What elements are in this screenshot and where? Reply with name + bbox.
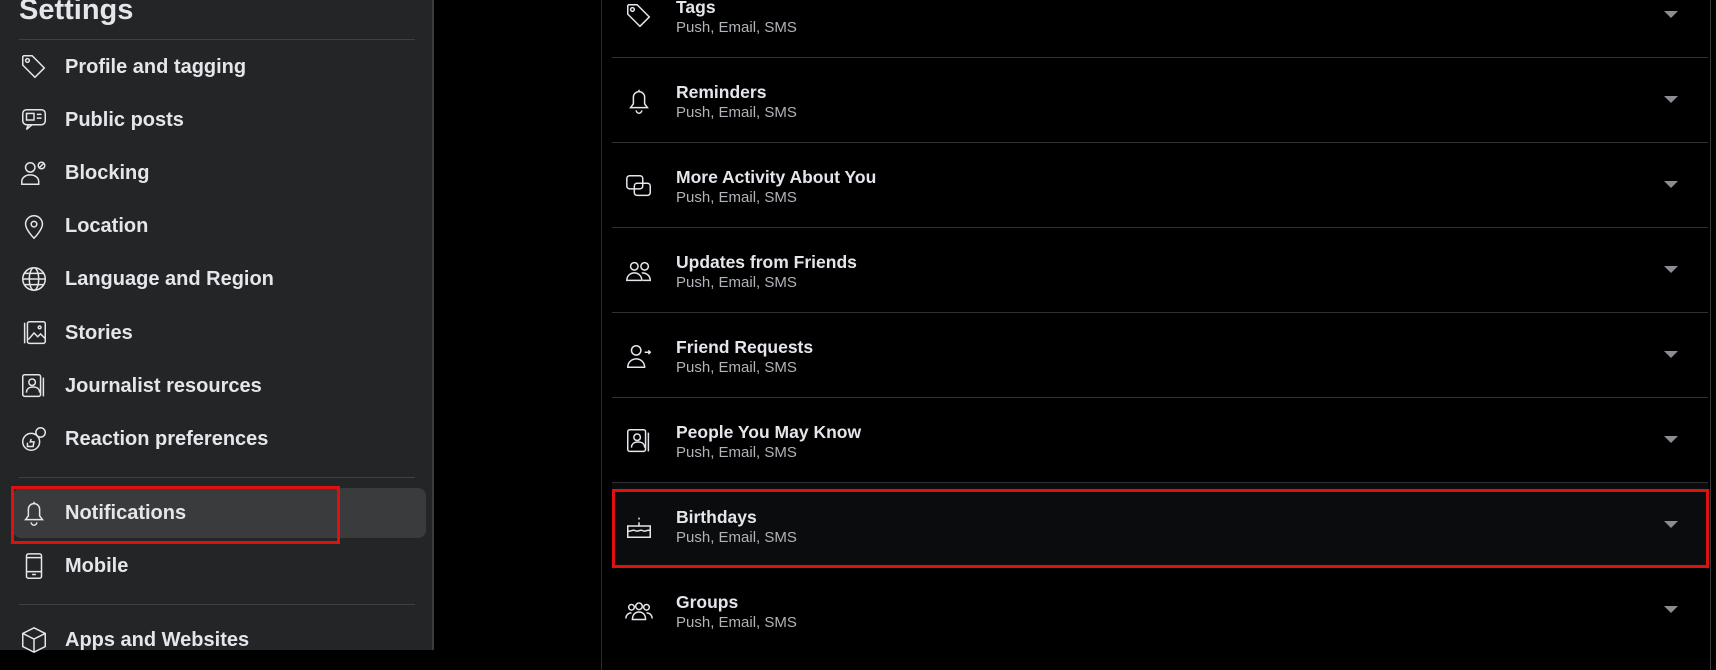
- sidebar-item-label: Stories: [65, 321, 133, 344]
- notification-row-friend-requests[interactable]: Friend Requests Push, Email, SMS: [612, 313, 1708, 398]
- sidebar-item-label: Location: [65, 214, 149, 237]
- groups-icon: [624, 596, 654, 626]
- row-title: Reminders: [676, 82, 767, 102]
- row-title: Friend Requests: [676, 337, 814, 357]
- public-posts-icon: [17, 103, 51, 137]
- notification-row-updates-from-friends[interactable]: Updates from Friends Push, Email, SMS: [612, 228, 1708, 313]
- chevron-down-icon[interactable]: [1664, 351, 1678, 358]
- row-title: Birthdays: [676, 507, 757, 527]
- friend-request-icon: [624, 341, 654, 371]
- sidebar-item-apps-and-websites[interactable]: Apps and Websites: [13, 615, 426, 665]
- notification-row-groups[interactable]: Groups Push, Email, SMS: [612, 568, 1708, 653]
- tag-icon: [624, 1, 654, 31]
- row-subtitle: Push, Email, SMS: [676, 614, 797, 631]
- row-title: Groups: [676, 592, 739, 612]
- sidebar-item-mobile[interactable]: Mobile: [13, 541, 426, 591]
- row-title: Updates from Friends: [676, 252, 857, 272]
- friends-icon: [624, 256, 654, 286]
- cube-icon: [17, 623, 51, 657]
- row-title: People You May Know: [676, 422, 862, 442]
- notification-row-tags[interactable]: Tags Push, Email, SMS: [612, 0, 1708, 58]
- birthday-cake-icon: [624, 511, 654, 541]
- row-subtitle: Push, Email, SMS: [676, 359, 797, 376]
- sidebar-item-label: Blocking: [65, 161, 150, 184]
- row-subtitle: Push, Email, SMS: [676, 19, 797, 36]
- sidebar-item-notifications[interactable]: Notifications: [13, 488, 426, 538]
- chevron-down-icon[interactable]: [1664, 606, 1678, 613]
- row-subtitle: Push, Email, SMS: [676, 529, 797, 546]
- row-title: Tags: [676, 0, 716, 17]
- chevron-down-icon[interactable]: [1664, 181, 1678, 188]
- divider: [19, 39, 415, 40]
- people-icon: [624, 426, 654, 456]
- notification-row-more-activity-about-you[interactable]: More Activity About You Push, Email, SMS: [612, 143, 1708, 228]
- settings-sidebar: Settings Profile and tagging Public post…: [0, 0, 434, 654]
- sidebar-item-language-and-region[interactable]: Language and Region: [13, 254, 426, 304]
- sidebar-item-label: Journalist resources: [65, 374, 262, 397]
- row-subtitle: Push, Email, SMS: [676, 444, 797, 461]
- notification-row-birthdays[interactable]: Birthdays Push, Email, SMS: [612, 483, 1708, 568]
- blocking-icon: [17, 156, 51, 190]
- activity-icon: [624, 171, 654, 201]
- notifications-panel: Tags Push, Email, SMS Reminders Push, Em…: [601, 0, 1711, 670]
- divider: [19, 604, 415, 605]
- reaction-icon: [17, 422, 51, 456]
- globe-icon: [17, 262, 51, 296]
- notification-row-people-you-may-know[interactable]: People You May Know Push, Email, SMS: [612, 398, 1708, 483]
- chevron-down-icon[interactable]: [1664, 266, 1678, 273]
- sidebar-item-label: Reaction preferences: [65, 427, 269, 450]
- sidebar-item-label: Apps and Websites: [65, 628, 250, 651]
- sidebar-item-label: Public posts: [65, 108, 184, 131]
- sidebar-item-reaction-preferences[interactable]: Reaction preferences: [13, 414, 426, 464]
- journalist-icon: [17, 369, 51, 403]
- tag-icon: [17, 50, 51, 84]
- notification-row-reminders[interactable]: Reminders Push, Email, SMS: [612, 58, 1708, 143]
- sidebar-item-stories[interactable]: Stories: [13, 308, 426, 358]
- sidebar-item-profile-and-tagging[interactable]: Profile and tagging: [13, 42, 426, 92]
- location-pin-icon: [17, 209, 51, 243]
- stories-icon: [17, 316, 51, 350]
- sidebar-item-location[interactable]: Location: [13, 201, 426, 251]
- row-subtitle: Push, Email, SMS: [676, 189, 797, 206]
- bell-icon: [624, 86, 654, 116]
- chevron-down-icon[interactable]: [1664, 521, 1678, 528]
- mobile-icon: [17, 549, 51, 583]
- row-subtitle: Push, Email, SMS: [676, 104, 797, 121]
- row-title: More Activity About You: [676, 167, 877, 187]
- row-subtitle: Push, Email, SMS: [676, 274, 797, 291]
- sidebar-item-label: Profile and tagging: [65, 55, 247, 78]
- sidebar-item-label: Notifications: [65, 501, 187, 524]
- page-title: Settings: [19, 0, 134, 26]
- chevron-down-icon[interactable]: [1664, 436, 1678, 443]
- sidebar-item-public-posts[interactable]: Public posts: [13, 95, 426, 145]
- bell-icon: [17, 496, 51, 530]
- sidebar-item-journalist-resources[interactable]: Journalist resources: [13, 361, 426, 411]
- sidebar-item-label: Mobile: [65, 554, 129, 577]
- sidebar-item-blocking[interactable]: Blocking: [13, 148, 426, 198]
- chevron-down-icon[interactable]: [1664, 11, 1678, 18]
- divider: [19, 477, 415, 478]
- chevron-down-icon[interactable]: [1664, 96, 1678, 103]
- sidebar-item-label: Language and Region: [65, 267, 274, 290]
